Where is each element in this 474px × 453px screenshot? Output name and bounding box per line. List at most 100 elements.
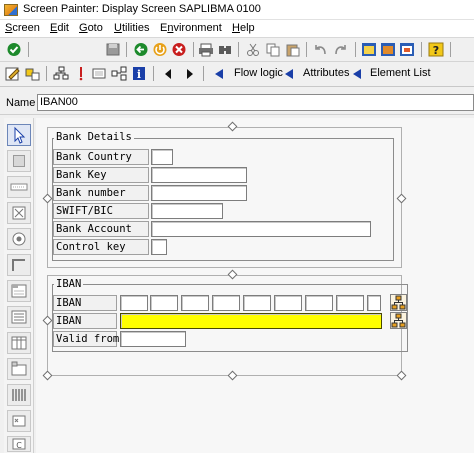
layout-canvas[interactable]: Bank Details Bank Country Bank Key Bank … bbox=[36, 118, 474, 453]
resize-handle[interactable] bbox=[396, 370, 407, 381]
create-session-icon[interactable] bbox=[360, 41, 378, 58]
iban-part-field[interactable] bbox=[212, 295, 240, 311]
enter-check-icon[interactable] bbox=[5, 41, 23, 58]
name-field[interactable]: IBAN00 bbox=[37, 94, 474, 111]
control-key-field[interactable] bbox=[151, 239, 167, 255]
toolbar-separator bbox=[203, 66, 204, 81]
divider bbox=[0, 114, 474, 115]
element-list-button[interactable]: Element List bbox=[370, 67, 431, 79]
toolbar-separator bbox=[28, 42, 29, 57]
subscreen-tool-icon[interactable] bbox=[7, 306, 31, 328]
iban-part-field[interactable] bbox=[367, 295, 381, 311]
menu-goto[interactable]: Goto bbox=[79, 22, 103, 34]
toolbar-separator bbox=[421, 42, 422, 57]
bank-details-title: Bank Details bbox=[54, 131, 134, 143]
bank-key-label[interactable]: Bank Key bbox=[53, 167, 149, 183]
iban-part-field[interactable] bbox=[243, 295, 271, 311]
exit-icon[interactable] bbox=[151, 41, 169, 58]
application-toolbar: i Flow logic Attributes Element List bbox=[0, 62, 474, 87]
swift-bic-label[interactable]: SWIFT/BIC bbox=[53, 203, 149, 219]
find-icon[interactable] bbox=[216, 41, 234, 58]
bank-country-field[interactable] bbox=[151, 149, 173, 165]
iban-part-field[interactable] bbox=[181, 295, 209, 311]
copy-icon[interactable] bbox=[264, 41, 282, 58]
menu-utilities[interactable]: Utilities bbox=[114, 22, 149, 34]
bank-number-label[interactable]: Bank number bbox=[53, 185, 149, 201]
checkbox-tool-icon[interactable] bbox=[7, 202, 31, 224]
toolbar-separator bbox=[450, 42, 451, 57]
status-icon-tool-icon[interactable] bbox=[7, 410, 31, 432]
toolbar-separator bbox=[46, 66, 47, 81]
control-tool-icon[interactable]: C bbox=[7, 436, 31, 452]
change-display-icon[interactable] bbox=[4, 65, 22, 82]
check-icon[interactable] bbox=[72, 65, 90, 82]
print-icon[interactable] bbox=[197, 41, 215, 58]
svg-text:?: ? bbox=[433, 44, 439, 57]
pushbutton-tool-icon[interactable] bbox=[7, 254, 31, 276]
iban-hierarchy-icon[interactable] bbox=[390, 312, 407, 329]
name-label: Name bbox=[6, 97, 36, 109]
toolbar-separator bbox=[306, 42, 307, 57]
iban-label-2[interactable]: IBAN bbox=[53, 313, 117, 329]
activate-icon[interactable] bbox=[90, 65, 108, 82]
iban-part-field[interactable] bbox=[120, 295, 148, 311]
sap-app-icon bbox=[4, 4, 18, 16]
pointer-tool-icon[interactable] bbox=[7, 124, 31, 146]
standard-toolbar: ? bbox=[0, 38, 474, 62]
bank-account-field[interactable] bbox=[151, 221, 371, 237]
box-tool-icon[interactable] bbox=[7, 280, 31, 302]
custom-control-tool-icon[interactable] bbox=[7, 384, 31, 406]
flow-logic-button[interactable]: Flow logic bbox=[234, 67, 283, 79]
iban-part-field[interactable] bbox=[305, 295, 333, 311]
cut-icon[interactable] bbox=[244, 41, 262, 58]
paste-icon[interactable] bbox=[284, 41, 302, 58]
toolbar-separator bbox=[193, 42, 194, 57]
layout-icon[interactable] bbox=[379, 41, 397, 58]
iban-box-title: IBAN bbox=[54, 278, 84, 290]
iban-part-field[interactable] bbox=[274, 295, 302, 311]
tabstrip-tool-icon[interactable] bbox=[7, 358, 31, 380]
attributes-button[interactable]: Attributes bbox=[303, 67, 349, 79]
redo-icon[interactable] bbox=[332, 41, 350, 58]
menu-edit[interactable]: Edit bbox=[50, 22, 69, 34]
menu-screen[interactable]: Screen bbox=[5, 22, 40, 34]
table-control-tool-icon[interactable] bbox=[7, 332, 31, 354]
toolbar-separator bbox=[238, 42, 239, 57]
text-field-tool-icon[interactable] bbox=[7, 150, 31, 172]
back-icon[interactable] bbox=[132, 41, 150, 58]
radio-button-tool-icon[interactable] bbox=[7, 228, 31, 250]
element-palette: C bbox=[4, 118, 34, 453]
flow-logic-arrow-icon bbox=[215, 69, 223, 79]
undo-icon[interactable] bbox=[312, 41, 330, 58]
svg-text:C: C bbox=[16, 441, 22, 450]
save-icon[interactable] bbox=[104, 41, 122, 58]
bank-country-label[interactable]: Bank Country bbox=[53, 149, 149, 165]
valid-from-field[interactable] bbox=[120, 331, 186, 347]
menu-bar: Screen Edit Goto Utilities Environment H… bbox=[0, 20, 474, 38]
iban-part-field[interactable] bbox=[336, 295, 364, 311]
other-object-icon[interactable] bbox=[52, 65, 70, 82]
iban-part-field[interactable] bbox=[150, 295, 178, 311]
bank-account-label[interactable]: Bank Account bbox=[53, 221, 149, 237]
iban-field-selected[interactable] bbox=[120, 313, 382, 329]
help-icon[interactable]: ? bbox=[427, 41, 445, 58]
next-screen-icon[interactable] bbox=[180, 65, 198, 82]
iban-label-1[interactable]: IBAN bbox=[53, 295, 117, 311]
shortcut-icon[interactable] bbox=[398, 41, 416, 58]
active-inactive-icon[interactable] bbox=[24, 65, 42, 82]
input-field-tool-icon[interactable] bbox=[7, 176, 31, 198]
bank-number-field[interactable] bbox=[151, 185, 247, 201]
menu-environment[interactable]: Environment bbox=[160, 22, 222, 34]
menu-help[interactable]: Help bbox=[232, 22, 255, 34]
iban-hierarchy-icon[interactable] bbox=[390, 294, 407, 311]
previous-screen-icon[interactable] bbox=[160, 65, 178, 82]
control-key-label[interactable]: Control key bbox=[53, 239, 149, 255]
cancel-icon[interactable] bbox=[170, 41, 188, 58]
attributes-arrow-icon bbox=[285, 69, 293, 79]
where-used-icon[interactable] bbox=[110, 65, 128, 82]
info-icon[interactable]: i bbox=[130, 65, 148, 82]
swift-bic-field[interactable] bbox=[151, 203, 223, 219]
svg-text:i: i bbox=[137, 68, 141, 81]
valid-from-label[interactable]: Valid from bbox=[53, 331, 119, 347]
bank-key-field[interactable] bbox=[151, 167, 247, 183]
